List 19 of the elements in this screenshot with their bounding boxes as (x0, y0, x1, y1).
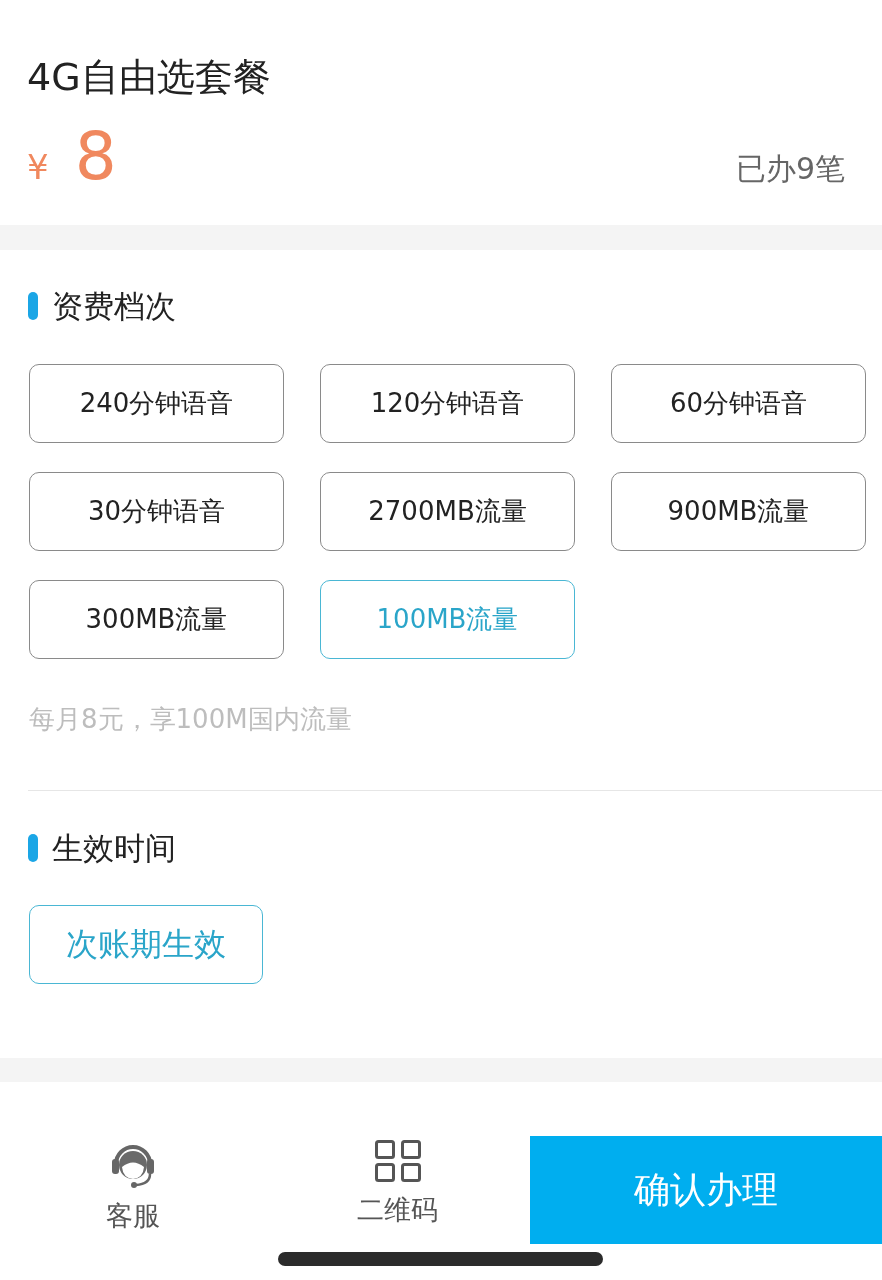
order-count: 已办9笔 (735, 151, 845, 187)
plan-option-button[interactable]: 60分钟语音 (611, 364, 866, 443)
support-button[interactable]: 客服 (0, 1136, 265, 1232)
section-marker-icon (28, 834, 38, 862)
price-value: 8 (74, 124, 117, 190)
currency-symbol: ¥ (27, 150, 49, 184)
product-title: 4G自由选套餐 (27, 54, 272, 100)
section-heading: 生效时间 (52, 832, 176, 864)
plan-option-button[interactable]: 240分钟语音 (29, 364, 284, 443)
section-marker-icon (28, 292, 38, 320)
plan-option-button[interactable]: 30分钟语音 (29, 472, 284, 551)
plan-option-button[interactable]: 900MB流量 (611, 472, 866, 551)
grid-icon (374, 1140, 421, 1182)
qr-code-button[interactable]: 二维码 (265, 1136, 530, 1226)
plan-option-button[interactable]: 120分钟语音 (320, 364, 575, 443)
plan-description: 每月8元，享100M国内流量 (29, 703, 353, 735)
section-heading: 资费档次 (52, 290, 176, 322)
plan-option-button[interactable]: 300MB流量 (29, 580, 284, 659)
plan-option-button[interactable]: 2700MB流量 (320, 472, 575, 551)
